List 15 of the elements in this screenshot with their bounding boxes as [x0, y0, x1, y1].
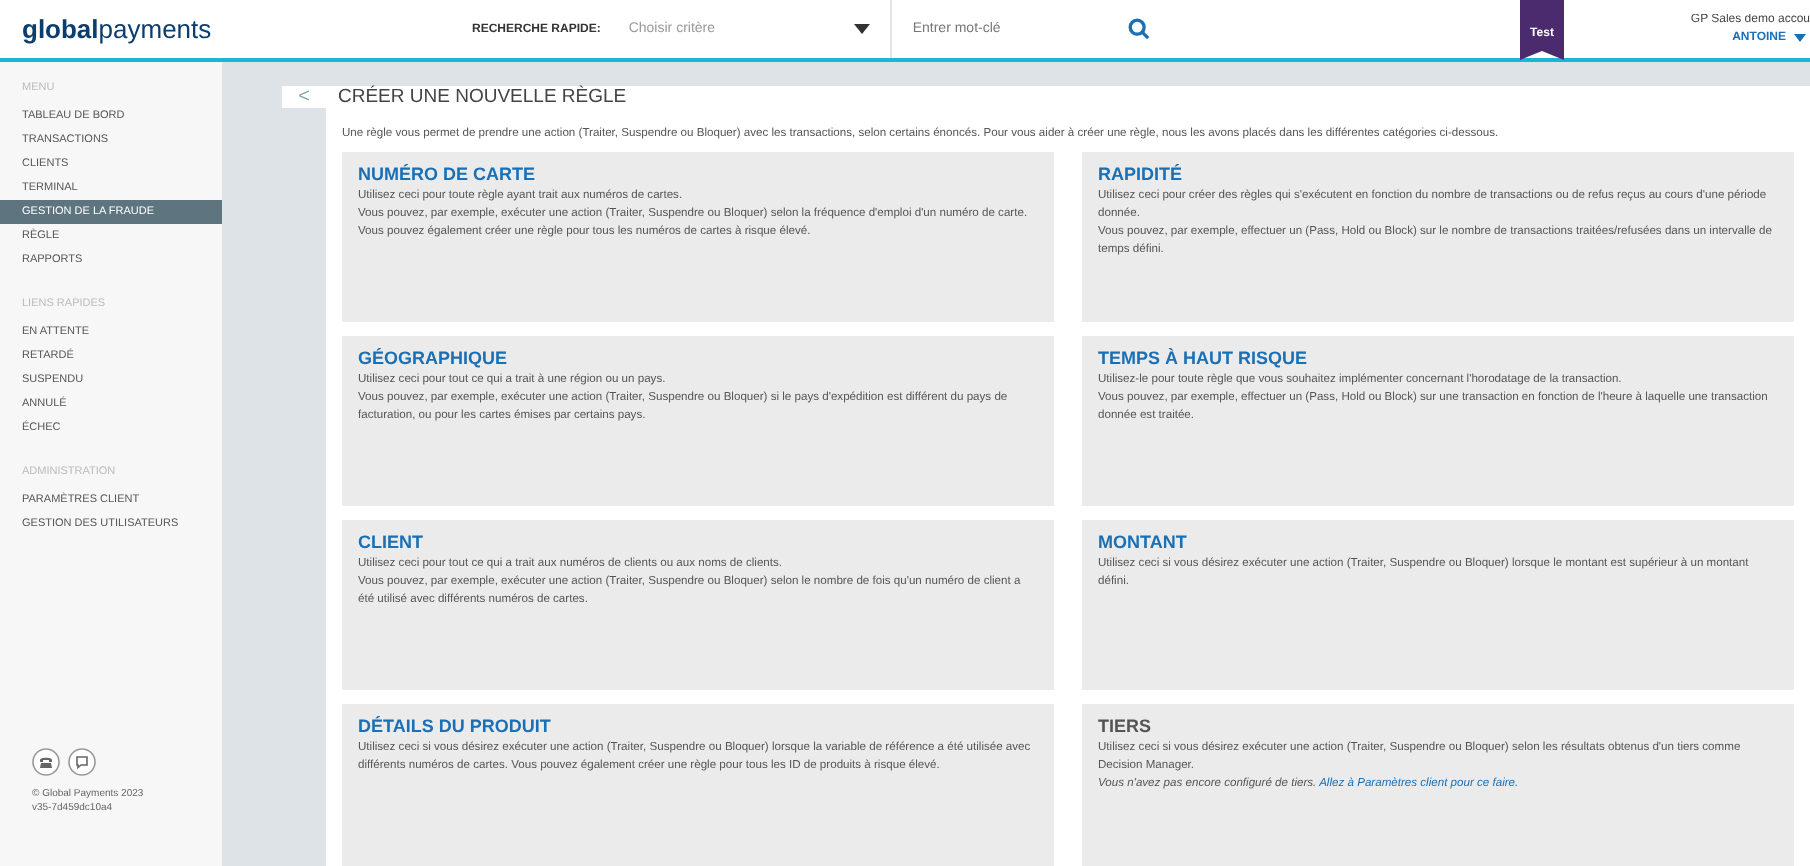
search-icon[interactable] — [1128, 18, 1151, 40]
phone-icon[interactable] — [32, 748, 60, 776]
caret-icon — [854, 24, 871, 34]
card-title: TEMPS À HAUT RISQUE — [1098, 348, 1310, 368]
card-title: DÉTAILS DU PRODUIT — [358, 716, 553, 736]
card-title: GÉOGRAPHIQUE — [358, 348, 510, 368]
page-title: CRÉER UNE NOUVELLE RÈGLE — [338, 86, 627, 108]
card-title: RAPIDITÉ — [1098, 164, 1185, 184]
logo: globalpayments — [20, 14, 214, 44]
card-title: TIERS — [1098, 716, 1154, 736]
caret-icon — [1794, 34, 1806, 42]
card-title: NUMÉRO DE CARTE — [358, 164, 538, 184]
chat-icon[interactable] — [68, 748, 96, 776]
card-title: MONTANT — [1098, 532, 1189, 552]
card-title: CLIENT — [358, 532, 425, 552]
